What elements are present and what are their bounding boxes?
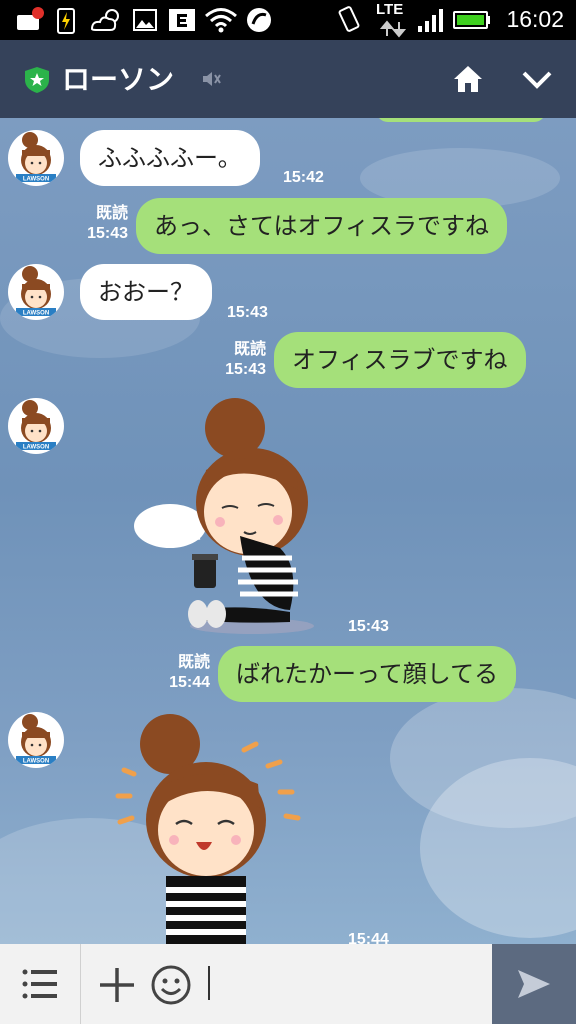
message-time: 15:43 [348, 618, 389, 635]
notification-icon [17, 7, 44, 30]
status-bar: LTE 16:02 [0, 0, 576, 40]
avatar[interactable]: LAWSON [8, 264, 64, 320]
chevron-down-icon[interactable] [520, 68, 554, 92]
home-icon[interactable] [452, 64, 484, 94]
network-type-label: LTE [376, 1, 404, 18]
message-composer [0, 944, 576, 1024]
avatar[interactable]: LAWSON [8, 130, 64, 186]
message-bubble[interactable]: あっ、さてはオフィスラですね [136, 198, 508, 254]
previous-message-bubble [376, 118, 546, 122]
message-text: ふふふふー。 [98, 144, 242, 172]
battery-icon [453, 11, 490, 29]
emoji-icon[interactable] [150, 964, 192, 1006]
message-bubble[interactable]: オフィスラブですね [274, 332, 526, 388]
lawson-girl-avatar-icon: LAWSON [16, 132, 56, 183]
message-text: オフィスラブですね [292, 346, 508, 374]
data-arrows-icon [380, 20, 406, 38]
chat-title: ローソン [62, 63, 175, 96]
rotate-icon [338, 6, 360, 32]
message-bubble[interactable]: ふふふふー。 [80, 130, 260, 186]
app-sync-icon [247, 8, 271, 32]
clock: 16:02 [506, 6, 564, 32]
message-time: 15:44 [169, 674, 210, 691]
wifi-icon [205, 8, 237, 33]
message-text: あっ、さてはオフィスラですね [154, 212, 490, 240]
message-time: 15:43 [87, 225, 128, 242]
official-account-shield-icon [25, 67, 49, 93]
app-e-icon [169, 9, 195, 31]
message-time: 15:43 [225, 361, 266, 378]
battery-charging-icon [57, 8, 75, 34]
send-button[interactable] [492, 944, 576, 1024]
read-receipt: 既読 [177, 654, 210, 671]
avatar[interactable]: LAWSON [8, 712, 64, 768]
mute-icon [203, 72, 221, 86]
avatar-badge: LAWSON [23, 311, 49, 317]
message-meta: 既読 15:43 [74, 204, 128, 244]
avatar-badge: LAWSON [23, 445, 49, 451]
text-cursor [208, 966, 210, 1000]
avatar-badge: LAWSON [23, 177, 49, 183]
gallery-icon [133, 9, 157, 31]
avatar-badge: LAWSON [23, 759, 49, 765]
sticker-girl-sitting-coffee[interactable] [120, 398, 320, 638]
send-icon [518, 970, 550, 998]
message-bubble[interactable]: おおー？ [80, 264, 212, 320]
message-meta: 既読 15:44 [156, 653, 210, 693]
avatar[interactable]: LAWSON [8, 398, 64, 454]
message-bubble[interactable]: ばれたかーって顔してる [218, 646, 517, 702]
lawson-girl-avatar-icon: LAWSON [16, 400, 56, 451]
read-receipt: 既読 [95, 205, 128, 222]
chat-area[interactable]: LAWSON ふふふふー。 15:42 既読 15:43 あっ、さてはオフィスラ… [0, 118, 576, 944]
message-input[interactable] [206, 954, 488, 1014]
menu-list-icon[interactable] [22, 968, 58, 1000]
signal-icon [418, 9, 443, 32]
composer-divider [80, 944, 81, 1024]
message-text: ばれたかーって顔してる [236, 660, 499, 688]
message-time: 15:44 [348, 931, 389, 944]
plus-icon[interactable] [98, 966, 136, 1004]
sticker-girl-smiling[interactable] [110, 712, 310, 944]
read-receipt: 既読 [233, 341, 266, 358]
message-time: 15:43 [227, 304, 268, 321]
message-text: おおー？ [98, 278, 194, 306]
lawson-girl-avatar-icon: LAWSON [16, 714, 56, 765]
message-meta: 既読 15:43 [212, 340, 266, 380]
weather-icon [90, 9, 119, 31]
message-time: 15:42 [283, 169, 324, 186]
chat-header: ローソン [0, 40, 576, 118]
lawson-girl-avatar-icon: LAWSON [16, 266, 56, 317]
